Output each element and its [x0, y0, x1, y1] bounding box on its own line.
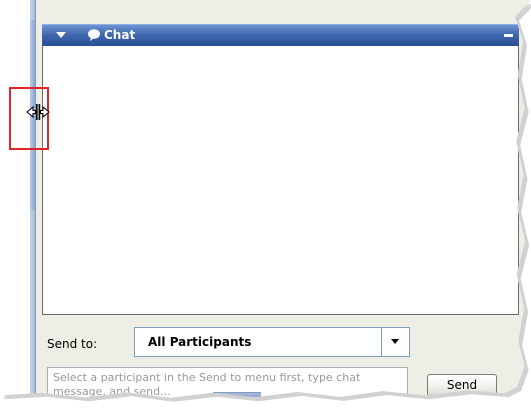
triangle-down-icon[interactable] — [56, 32, 66, 38]
speech-bubble-icon — [88, 29, 100, 41]
adjacent-panel — [0, 0, 31, 395]
column-resize-cursor-icon — [26, 104, 50, 120]
next-panel-fragment — [213, 392, 261, 398]
chat-title: Chat — [104, 28, 136, 42]
chevron-down-icon — [391, 339, 399, 344]
send-button[interactable]: Send — [427, 374, 497, 396]
chat-titlebar[interactable]: Chat — [42, 24, 519, 46]
chat-footer: Send to: All Participants Select a parti… — [42, 315, 519, 398]
chat-message-input[interactable]: Select a participant in the Send to menu… — [47, 367, 408, 398]
chat-message-area[interactable] — [42, 46, 519, 315]
torn-paper-frame: Chat Send to: All Participants Select a … — [0, 0, 531, 416]
send-to-dropdown[interactable]: All Participants — [134, 327, 410, 357]
screenshot-stage: Chat Send to: All Participants Select a … — [0, 0, 531, 416]
send-to-dropdown-button[interactable] — [381, 328, 409, 356]
minimize-icon[interactable] — [504, 34, 513, 37]
app-background: Chat Send to: All Participants Select a … — [0, 0, 531, 398]
chat-panel: Chat Send to: All Participants Select a … — [42, 24, 519, 398]
send-to-label: Send to: — [47, 337, 98, 351]
send-to-selected-value: All Participants — [148, 335, 252, 349]
